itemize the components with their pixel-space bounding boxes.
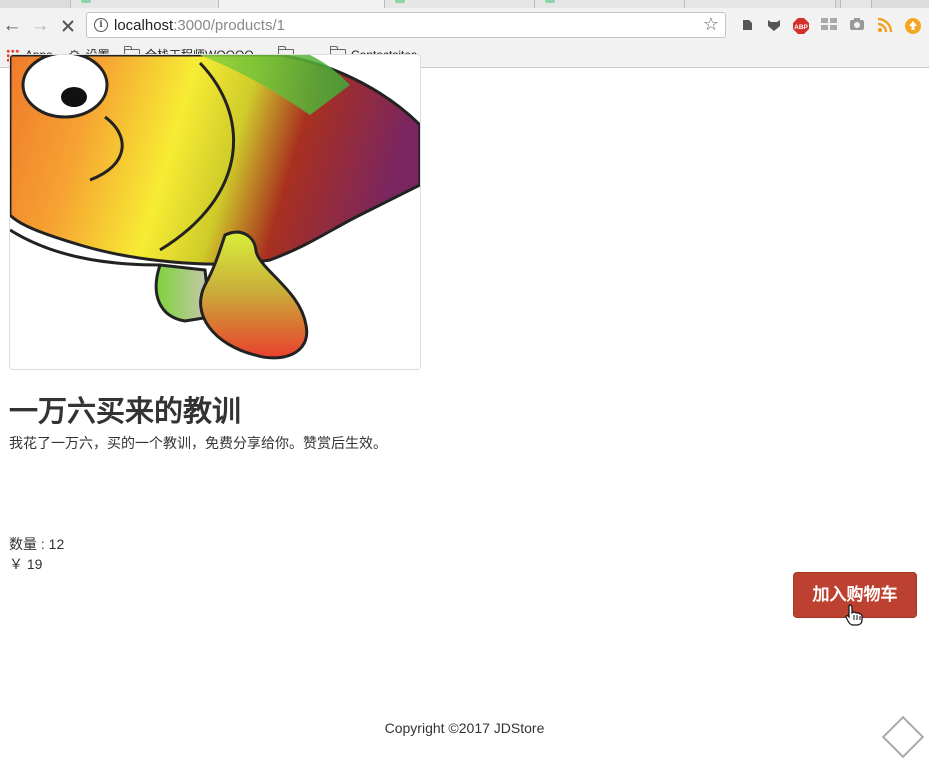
shield-extension-icon[interactable] xyxy=(765,17,783,35)
product-description: 我花了一万六，买的一个教训，免费分享给你。赞赏后生效。 xyxy=(9,435,387,451)
url-text: localhost:3000/products/1 xyxy=(114,17,285,34)
tab-strip xyxy=(0,0,929,9)
url-path: :3000/products/1 xyxy=(173,17,285,34)
tab-favicon-icon xyxy=(395,0,405,3)
tab-favicon-icon xyxy=(81,0,91,3)
adblock-icon[interactable]: ABP xyxy=(792,17,810,35)
browser-toolbar: ← → i localhost:3000/products/1 ☆ ABP xyxy=(0,8,929,44)
fish-illustration xyxy=(10,55,420,369)
address-bar[interactable]: i localhost:3000/products/1 ☆ xyxy=(86,12,726,38)
grid-extension-icon[interactable] xyxy=(820,17,838,35)
stop-loading-icon[interactable] xyxy=(56,14,80,38)
hand-pointer-icon xyxy=(845,604,863,626)
product-quantity: 数量 : 12 xyxy=(9,536,65,552)
footer-copyright: Copyright ©2017 JDStore xyxy=(384,720,545,736)
product-title: 一万六买来的教训 xyxy=(9,396,242,428)
back-arrow-icon[interactable]: ← xyxy=(0,14,24,38)
forward-arrow-icon[interactable]: → xyxy=(28,14,52,38)
product-image xyxy=(9,54,421,370)
tab-favicon-icon xyxy=(545,0,555,3)
bookmark-star-icon[interactable]: ☆ xyxy=(703,14,719,35)
url-host: localhost xyxy=(114,17,174,34)
info-icon[interactable]: i xyxy=(94,18,108,32)
evernote-icon[interactable] xyxy=(738,17,756,35)
update-icon[interactable] xyxy=(904,17,922,35)
camera-icon[interactable] xyxy=(848,17,866,35)
svg-text:ABP: ABP xyxy=(794,24,808,31)
rss-icon[interactable] xyxy=(876,17,894,35)
product-price: ￥ 19 xyxy=(9,556,43,572)
